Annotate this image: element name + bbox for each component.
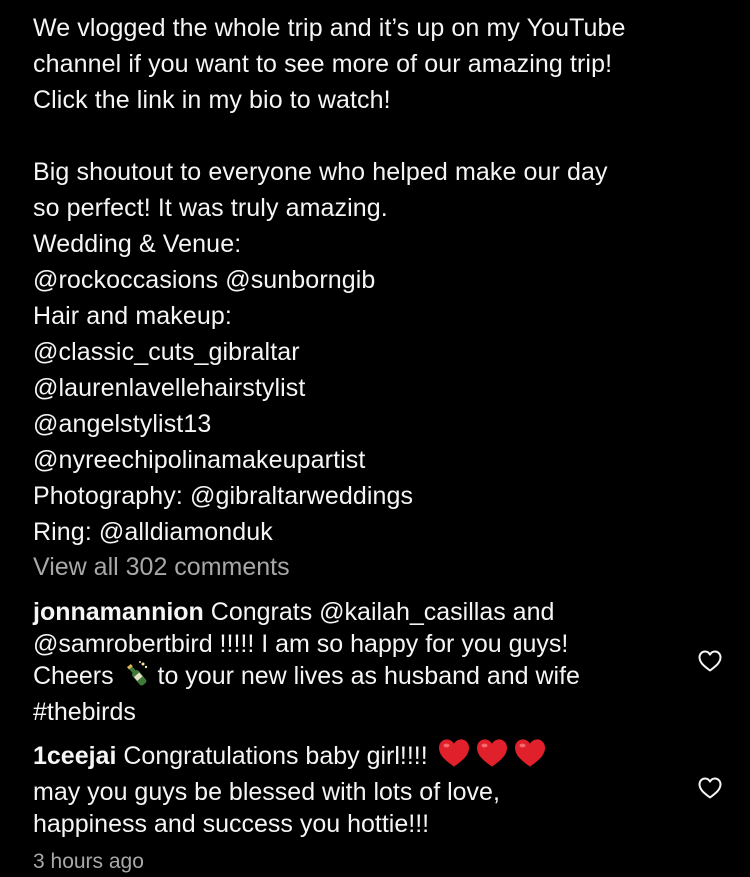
post-caption: We vlogged the whole trip and it’s up on… [33,10,723,550]
comment-text: Cheers [33,662,121,690]
red-heart-icon [475,738,509,776]
comment-username[interactable]: jonnamannion [33,598,204,626]
caption-line: Big shoutout to everyone who helped make… [33,158,608,186]
comment-text: Congrats @kailah_casillas and [203,598,555,626]
caption-ring-line[interactable]: Ring: @alldiamonduk [33,514,723,550]
bottle-with-popping-cork-icon [123,660,149,696]
caption-mention[interactable]: @laurenlavellehairstylist [33,370,723,406]
comment-line: 1ceejai Congratulations baby girl!!!! [33,738,673,776]
comment-line: @samrobertbird !!!!! I am so happy for y… [33,630,569,658]
caption-line: We vlogged the whole trip and it’s up on… [33,14,626,42]
comment-line: happiness and success you hottie!!! [33,810,430,838]
caption-line: channel if you want to see more of our a… [33,50,613,78]
red-heart-icon [437,738,471,776]
caption-photography-line[interactable]: Photography: @gibraltarweddings [33,478,723,514]
caption-line: Click the link in my bio to watch! [33,86,391,114]
caption-line: Hair and makeup: [33,302,232,330]
red-heart-icon [513,738,547,776]
comment-item: 1ceejai Congratulations baby girl!!!! ma… [33,738,673,840]
caption-mention[interactable]: @angelstylist13 [33,406,723,442]
comment-line: Cheers to your new lives as husband and … [33,660,673,696]
caption-line: so perfect! It was truly amazing. [33,194,388,222]
comment-text: Congratulations baby girl!!!! [116,742,435,770]
post-timestamp: 3 hours ago [33,850,144,873]
comment-line: jonnamannion Congrats @kailah_casillas a… [33,596,673,628]
caption-paragraph-gap [33,118,723,154]
comment-line: may you guys be blessed with lots of lov… [33,778,500,806]
comment-item: jonnamannion Congrats @kailah_casillas a… [33,596,673,728]
caption-mentions-line[interactable]: @rockoccasions @sunborngib [33,262,723,298]
like-comment-heart-icon[interactable] [698,777,722,799]
caption-line: Wedding & Venue: [33,230,242,258]
comment-text: to your new lives as husband and wife [150,662,580,690]
view-all-comments-link[interactable]: View all 302 comments [33,549,290,585]
caption-mention[interactable]: @nyreechipolinamakeupartist [33,442,723,478]
like-comment-heart-icon[interactable] [698,650,722,672]
comment-username[interactable]: 1ceejai [33,742,116,770]
hashtag-link[interactable]: #thebirds [33,696,673,728]
caption-mention[interactable]: @classic_cuts_gibraltar [33,334,723,370]
